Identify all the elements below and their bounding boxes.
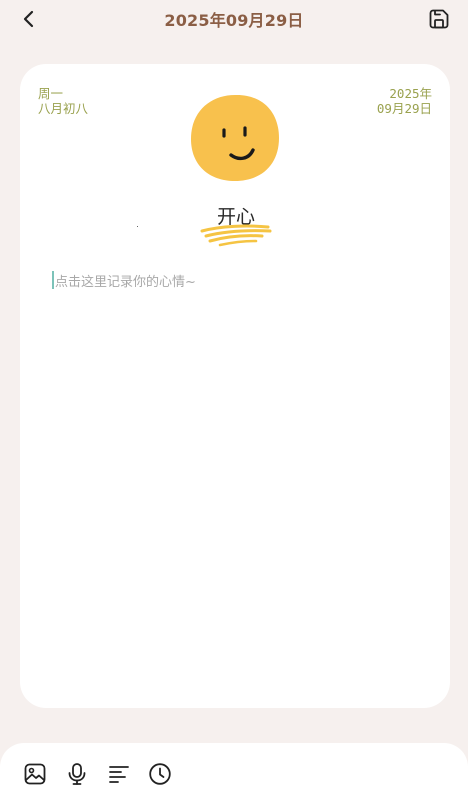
clock-icon — [149, 763, 171, 785]
note-placeholder: 点击这里记录你的心情~ — [55, 274, 196, 290]
save-button[interactable] — [426, 6, 452, 32]
save-icon — [429, 9, 449, 29]
mood-label-container[interactable]: 开心 — [196, 202, 276, 248]
date-year-label: 2025年 — [389, 86, 432, 101]
mood-note-input[interactable]: 点击这里记录你的心情~ — [52, 268, 422, 292]
mood-face-icon[interactable] — [189, 93, 281, 183]
lunar-date-label: 八月初八 — [38, 101, 89, 116]
image-icon — [24, 763, 46, 785]
text-align-icon — [109, 766, 129, 783]
decorative-dot — [137, 226, 138, 227]
voice-record-button[interactable] — [64, 761, 90, 787]
diary-card: 周一 八月初八 2025年 09月29日 开心 点击这里记录你的心情~ — [20, 64, 450, 708]
page-title: 2025年09月29日 — [164, 11, 304, 30]
weekday-label: 周一 — [38, 86, 64, 101]
time-button[interactable] — [147, 761, 173, 787]
date-month-day-label: 09月29日 — [376, 101, 432, 116]
microphone-icon — [68, 763, 86, 785]
bottom-toolbar — [0, 743, 468, 800]
add-image-button[interactable] — [22, 761, 48, 787]
top-bar: 2025年09月29日 — [0, 0, 468, 38]
text-caret — [52, 271, 54, 289]
text-format-button[interactable] — [106, 761, 132, 787]
mood-label: 开心 — [216, 206, 255, 228]
